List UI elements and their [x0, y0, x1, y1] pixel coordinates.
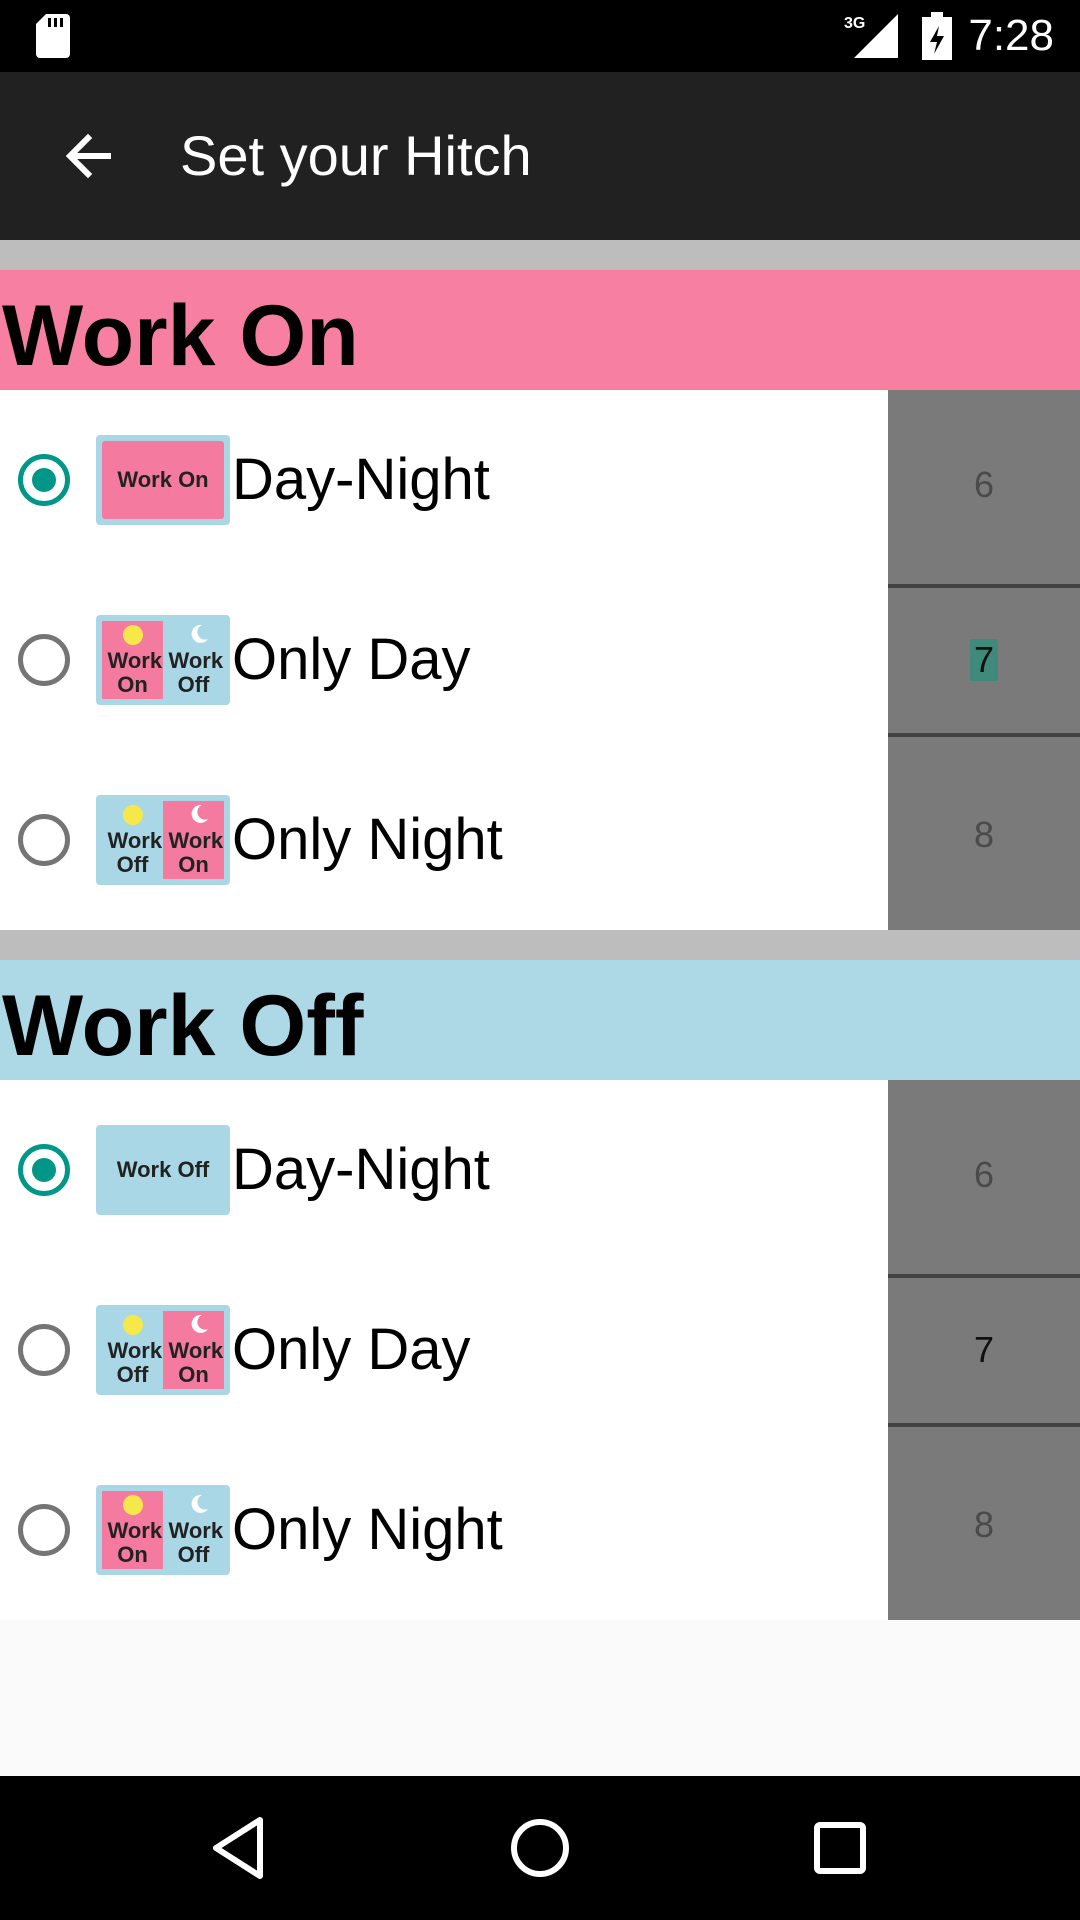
- radio-button-checked[interactable]: [18, 1144, 70, 1196]
- thumb-half-left: Work Off: [102, 1311, 163, 1389]
- section-spacer: [0, 240, 1080, 270]
- work-on-header: Work On: [0, 270, 1080, 390]
- back-button[interactable]: [48, 116, 128, 196]
- signal-3g-icon: 3G: [844, 14, 898, 58]
- picker-divider: [888, 733, 1080, 737]
- only-night-thumbnail: Work Off Work On: [96, 795, 230, 885]
- radio-button[interactable]: [18, 814, 70, 866]
- thumb-half-right: Work On: [163, 801, 224, 879]
- work-off-option-only-night[interactable]: Work On Work Off Only Night: [0, 1440, 888, 1620]
- sun-icon: [122, 1315, 143, 1335]
- battery-charging-icon: [922, 12, 952, 60]
- thumb-half-left: Work On: [102, 1491, 163, 1569]
- work-off-number-picker[interactable]: 6 7 8: [888, 1080, 1080, 1620]
- nav-back-button[interactable]: [200, 1808, 280, 1888]
- work-off-header: Work Off: [0, 960, 1080, 1080]
- work-on-option-only-day[interactable]: Work On Work Off Only Day: [0, 570, 888, 750]
- moon-icon: [191, 1494, 208, 1513]
- circle-home-icon: [511, 1819, 569, 1877]
- work-on-option-day-night[interactable]: Work On Day-Night: [0, 390, 888, 570]
- page-title: Set your Hitch: [180, 124, 532, 187]
- nav-recents-button[interactable]: [800, 1808, 880, 1888]
- navigation-bar: [0, 1776, 1080, 1920]
- picker-value[interactable]: 6: [888, 390, 1080, 580]
- moon-icon: [191, 624, 208, 643]
- work-on-number-picker[interactable]: 6 7 8: [888, 390, 1080, 930]
- option-label: Day-Night: [232, 447, 490, 512]
- thumb-label: Work Off: [102, 1131, 224, 1209]
- option-label: Day-Night: [232, 1137, 490, 1202]
- only-day-thumbnail: Work On Work Off: [96, 615, 230, 705]
- work-off-option-day-night[interactable]: Work Off Day-Night: [0, 1080, 888, 1260]
- sun-icon: [122, 625, 143, 645]
- option-label: Only Day: [232, 1317, 471, 1382]
- thumb-half-left: Work On: [102, 621, 163, 699]
- sun-icon: [122, 1495, 143, 1515]
- thumb-half-right: Work Off: [163, 621, 224, 699]
- network-type: 3G: [844, 15, 865, 32]
- square-recents-icon: [814, 1822, 866, 1874]
- section-title: Work Off: [2, 978, 364, 1074]
- moon-icon: [191, 804, 208, 823]
- radio-button[interactable]: [18, 1504, 70, 1556]
- picker-selected-value[interactable]: 7: [888, 1276, 1080, 1424]
- thumb-label: Work On: [102, 441, 224, 519]
- radio-button-checked[interactable]: [18, 454, 70, 506]
- sun-icon: [122, 805, 143, 825]
- picker-value[interactable]: 8: [888, 1430, 1080, 1620]
- radio-button[interactable]: [18, 634, 70, 686]
- picker-divider: [888, 1274, 1080, 1278]
- picker-divider: [888, 584, 1080, 588]
- option-label: Only Night: [232, 1497, 503, 1562]
- picker-value[interactable]: 8: [888, 740, 1080, 930]
- work-on-options: Work On Day-Night Work On Work Off Only …: [0, 390, 888, 930]
- radio-button[interactable]: [18, 1324, 70, 1376]
- work-off-option-only-day[interactable]: Work Off Work On Only Day: [0, 1260, 888, 1440]
- arrow-back-icon: [65, 133, 111, 179]
- only-night-thumbnail: Work On Work Off: [96, 1485, 230, 1575]
- picker-divider: [888, 1423, 1080, 1427]
- work-on-option-only-night[interactable]: Work Off Work On Only Night: [0, 750, 888, 930]
- thumb-half-right: Work Off: [163, 1491, 224, 1569]
- only-day-thumbnail: Work Off Work On: [96, 1305, 230, 1395]
- picker-value[interactable]: 6: [888, 1080, 1080, 1270]
- thumb-half-right: Work On: [163, 1311, 224, 1389]
- nav-home-button[interactable]: [500, 1808, 580, 1888]
- picker-selected-value[interactable]: 7: [888, 586, 1080, 734]
- status-bar: 3G 7:28: [0, 0, 1080, 72]
- section-title: Work On: [2, 288, 359, 384]
- section-spacer: [0, 930, 1080, 960]
- thumb-half-left: Work Off: [102, 801, 163, 879]
- triangle-back-icon: [213, 1817, 263, 1879]
- app-bar: Set your Hitch: [0, 72, 1080, 240]
- option-label: Only Day: [232, 627, 471, 692]
- status-time: 7:28: [968, 11, 1054, 60]
- work-on-thumbnail: Work On: [96, 435, 230, 525]
- sd-card-icon: [36, 14, 70, 58]
- work-off-thumbnail: Work Off: [96, 1125, 230, 1215]
- option-label: Only Night: [232, 807, 503, 872]
- work-off-options: Work Off Day-Night Work Off Work On Only…: [0, 1080, 888, 1620]
- moon-icon: [191, 1314, 208, 1333]
